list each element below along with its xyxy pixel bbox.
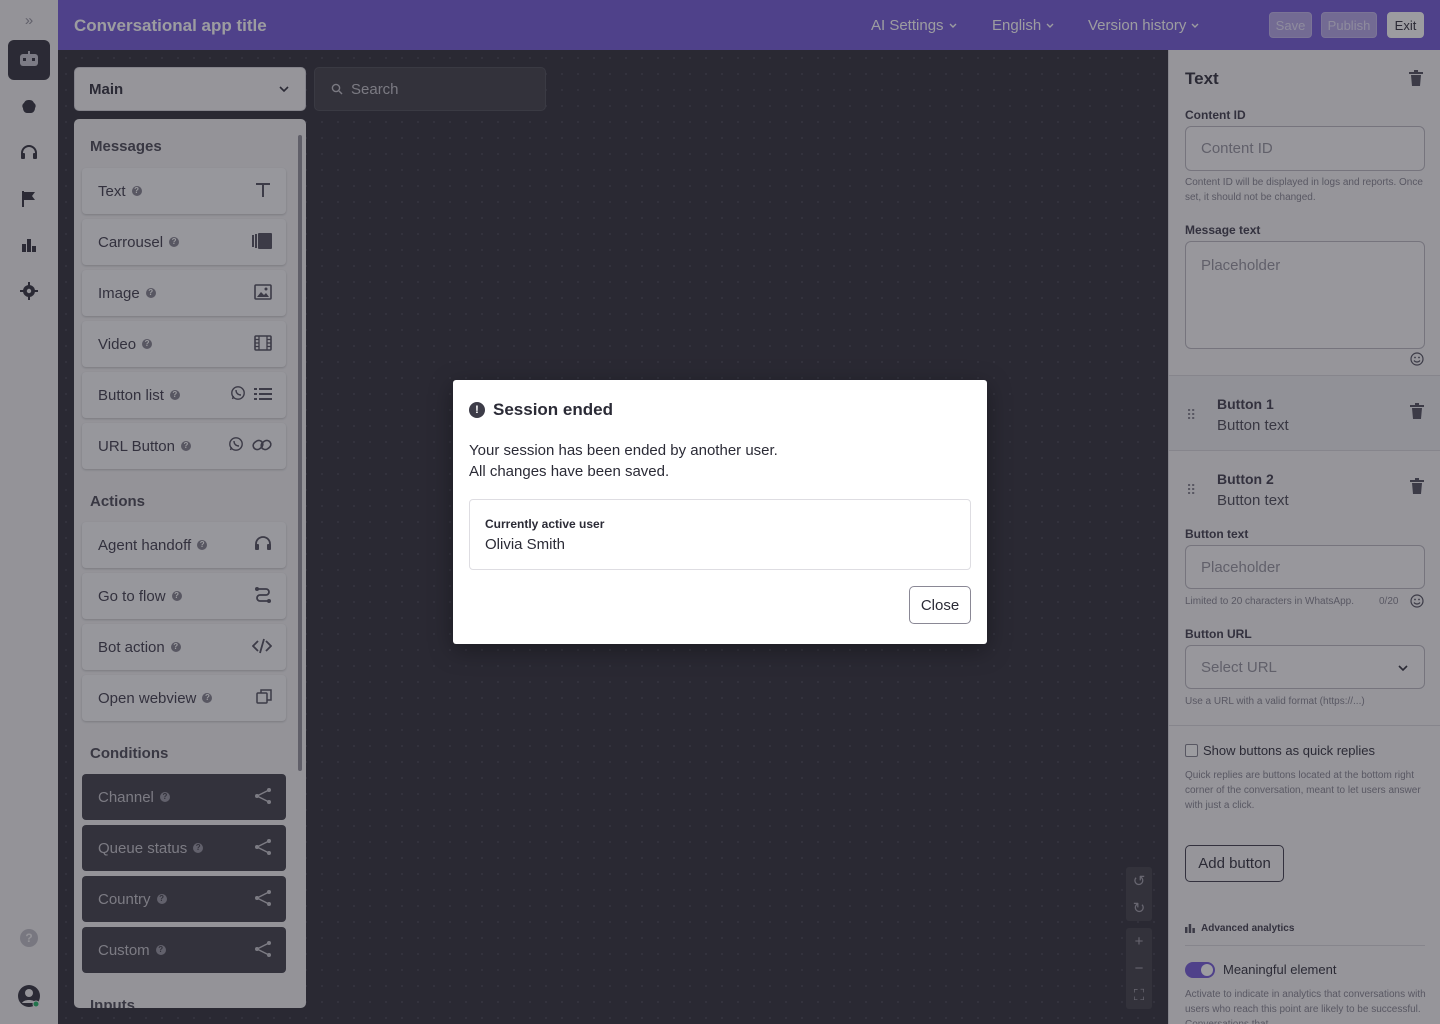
close-button[interactable]: Close bbox=[909, 586, 971, 624]
dialog-line-1: Your session has been ended by another u… bbox=[469, 442, 778, 459]
dialog-message: Your session has been ended by another u… bbox=[469, 440, 778, 482]
dialog-title: Session ended bbox=[493, 400, 613, 419]
active-user-name: Olivia Smith bbox=[485, 536, 566, 553]
dialog-header: ! Session ended bbox=[469, 400, 613, 420]
active-user-card: Currently active user Olivia Smith bbox=[469, 499, 971, 570]
session-ended-dialog: ! Session ended Your session has been en… bbox=[453, 380, 987, 644]
dialog-line-2: All changes have been saved. bbox=[469, 463, 670, 480]
alert-icon: ! bbox=[469, 402, 485, 418]
active-user-label: Currently active user bbox=[485, 517, 605, 531]
